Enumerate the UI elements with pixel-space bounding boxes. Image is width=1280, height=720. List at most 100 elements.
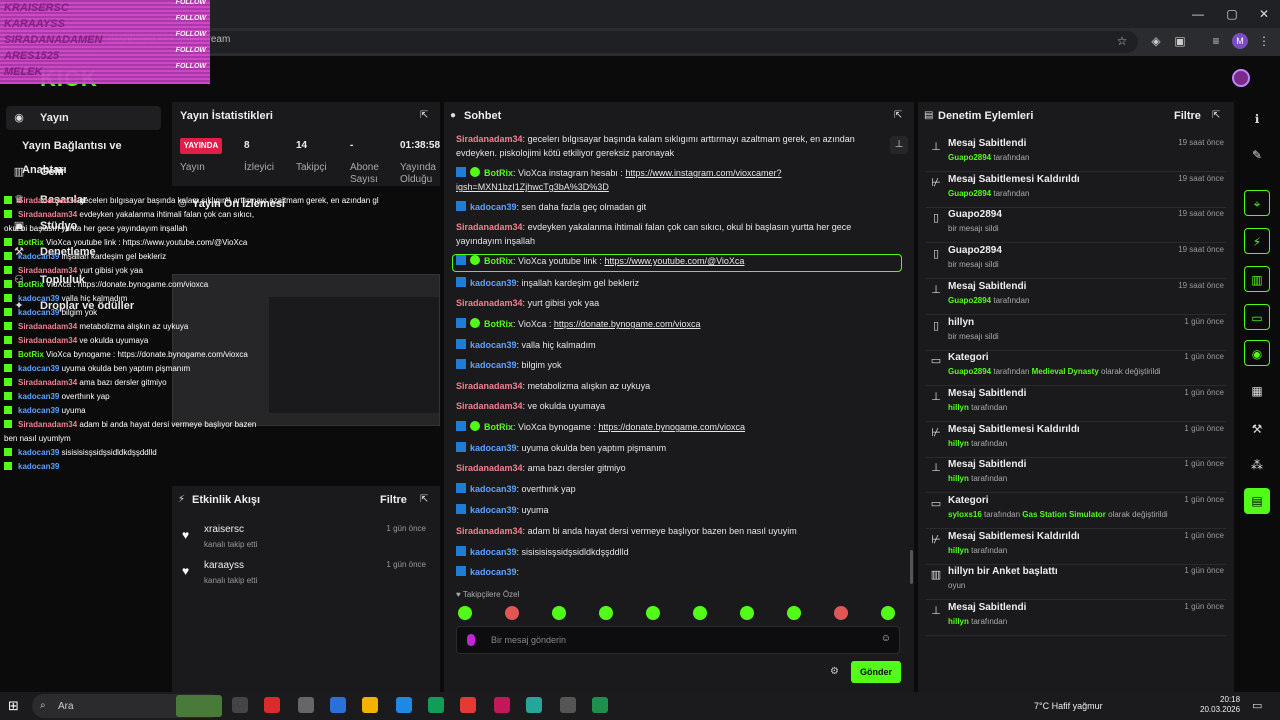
mod-actor[interactable]: hillyn	[948, 474, 969, 483]
profile-avatar[interactable]: M	[1232, 33, 1248, 49]
emote-icon[interactable]	[834, 606, 848, 620]
popout-icon[interactable]: ⇱	[1212, 110, 1220, 121]
chat-input[interactable]: Bir mesaj gönderin ☺	[456, 626, 900, 654]
chat-username[interactable]: Siradanadam34	[456, 463, 523, 473]
chat-username[interactable]: BotRix	[484, 422, 513, 432]
menu-icon[interactable]: ⋮	[1256, 33, 1272, 49]
chat-message[interactable]: Siradanadam34: evdeyken yakalanma ihtima…	[456, 220, 891, 248]
chat-username[interactable]: kadocan39	[470, 505, 517, 515]
emote-icon[interactable]	[740, 606, 754, 620]
emote-icon[interactable]	[693, 606, 707, 620]
mod-actor[interactable]: Guapo2894	[948, 367, 991, 376]
mic-icon[interactable]	[467, 634, 475, 646]
taskbar-app-icon[interactable]	[176, 695, 222, 717]
activity-filter[interactable]: Filtre	[380, 494, 407, 506]
gear-icon[interactable]: ⚙	[830, 666, 839, 677]
chat-username[interactable]: kadocan39	[470, 443, 517, 453]
chat-username[interactable]: kadocan39	[470, 360, 517, 370]
mod-actor[interactable]: hillyn	[948, 546, 969, 555]
mod-actor[interactable]: Guapo2894	[948, 296, 991, 305]
chat-message[interactable]: kadocan39: bilgim yok	[456, 358, 891, 372]
chat-message[interactable]: kadocan39: inşallah kardeşim gel bekleri…	[456, 276, 891, 290]
chat-message[interactable]: Siradanadam34: adam bi anda hayat dersi …	[456, 524, 891, 538]
chat-username[interactable]: BotRix	[484, 319, 513, 329]
sidebar-item[interactable]: ▥ Gelir	[6, 160, 161, 184]
sidebar-item[interactable]: Yayın Bağlantısı ve Anahtarı	[6, 134, 161, 176]
app-icon[interactable]	[460, 697, 476, 713]
star-icon[interactable]: ☆	[1114, 33, 1130, 49]
chat-message[interactable]: Siradanadam34: metabolizma alışkın az uy…	[456, 379, 891, 393]
popout-icon[interactable]: ⇱	[420, 494, 428, 505]
chat-message[interactable]: BotRix: VioXca youtube link : https://ww…	[456, 254, 891, 268]
doc-icon[interactable]: ▥	[1244, 266, 1270, 292]
chat-username[interactable]: Siradanadam34	[456, 298, 523, 308]
chat-username[interactable]: Siradanadam34	[456, 401, 523, 411]
sidebar-item[interactable]: ◉ Yayın	[6, 106, 161, 130]
app-icon[interactable]	[298, 697, 314, 713]
chat-username[interactable]: kadocan39	[470, 202, 517, 212]
emote-icon[interactable]	[881, 606, 895, 620]
emote-icon[interactable]	[646, 606, 660, 620]
comment-icon[interactable]: ▭	[1244, 304, 1270, 330]
chat-username[interactable]: BotRix	[484, 256, 513, 266]
chat-username[interactable]: Siradanadam34	[456, 526, 523, 536]
chat-message[interactable]: kadocan39: sen daha fazla geç olmadan gi…	[456, 200, 891, 214]
chat-message[interactable]: kadocan39: sisisisisşsidşsidldkdşşddlld	[456, 545, 891, 559]
layout-icon[interactable]: ▦	[1244, 378, 1270, 404]
app-icon[interactable]	[526, 697, 542, 713]
shield-icon[interactable]: ◈	[1148, 33, 1164, 49]
chat-message[interactable]: kadocan39:	[456, 565, 891, 579]
close-icon[interactable]: ✕	[1256, 6, 1272, 22]
emote-icon[interactable]	[599, 606, 613, 620]
chat-link[interactable]: https://www.youtube.com/@VioXca	[604, 256, 744, 266]
chat-username[interactable]: Siradanadam34	[456, 222, 523, 232]
chat-message[interactable]: kadocan39: valla hiç kalmadım	[456, 338, 891, 352]
emote-icon[interactable]	[552, 606, 566, 620]
chat-message[interactable]: BotRix: VioXca : https://donate.bynogame…	[456, 317, 891, 331]
chat-message[interactable]: Siradanadam34: ama bazı dersler gitmiyo	[456, 461, 891, 475]
mod-actor[interactable]: hillyn	[948, 617, 969, 626]
windows-icon[interactable]: ⊞	[8, 698, 19, 714]
chat-username[interactable]: kadocan39	[470, 278, 517, 288]
mod-actor[interactable]: hillyn	[948, 439, 969, 448]
wrench-icon[interactable]: ⚒	[1244, 416, 1270, 442]
chat-message[interactable]: BotRix: VioXca bynogame : https://donate…	[456, 420, 891, 434]
chrome-icon[interactable]	[592, 697, 608, 713]
chat-message[interactable]: Siradanadam34: yurt gibisi yok yaa	[456, 296, 891, 310]
emote-icon[interactable]	[787, 606, 801, 620]
pencil-icon[interactable]: ✎	[1244, 142, 1270, 168]
bolt-icon[interactable]: ⚡	[1244, 228, 1270, 254]
pin-icon[interactable]: ⊥	[890, 136, 908, 154]
emote-icon[interactable]	[505, 606, 519, 620]
chrome-icon[interactable]	[362, 697, 378, 713]
info-icon[interactable]: ℹ	[1244, 106, 1270, 132]
copilot-icon[interactable]	[428, 697, 444, 713]
chat-username[interactable]: kadocan39	[470, 484, 517, 494]
popout-icon[interactable]: ⇱	[420, 110, 428, 121]
chrome-icon[interactable]	[560, 697, 576, 713]
minimize-icon[interactable]: —	[1190, 6, 1206, 22]
chat-username[interactable]: Siradanadam34	[456, 134, 523, 144]
send-button[interactable]: Gönder	[851, 661, 901, 683]
emote-icon[interactable]	[458, 606, 472, 620]
extensions-icon[interactable]: ▣	[1172, 33, 1188, 49]
target-icon[interactable]: ⌖	[1244, 190, 1270, 216]
chat-message[interactable]: kadocan39: uyuma	[456, 503, 891, 517]
chat-scrollbar[interactable]	[910, 550, 913, 584]
weather-label[interactable]: 7°C Hafif yağmur	[1034, 701, 1103, 711]
address-bar[interactable]	[88, 31, 1138, 53]
clapper-icon[interactable]: ▤	[1244, 488, 1270, 514]
chat-message[interactable]: Siradanadam34: ve okulda uyumaya	[456, 399, 891, 413]
mod-actor[interactable]: hillyn	[948, 403, 969, 412]
user-avatar[interactable]	[1232, 69, 1250, 87]
mod-actor[interactable]: Guapo2894	[948, 189, 991, 198]
network-icon[interactable]: ⁂	[1244, 452, 1270, 478]
mod-actor[interactable]: Guapo2894	[948, 153, 991, 162]
chat-username[interactable]: kadocan39	[470, 547, 517, 557]
chat-link[interactable]: https://donate.bynogame.com/vioxca	[598, 422, 745, 432]
popout-icon[interactable]: ⇱	[894, 110, 902, 121]
chat-message[interactable]: kadocan39: uyuma okulda ben yaptım pişma…	[456, 441, 891, 455]
mail-icon[interactable]	[330, 697, 346, 713]
opera-gx-icon[interactable]	[494, 697, 510, 713]
chat-username[interactable]: kadocan39	[470, 340, 517, 350]
